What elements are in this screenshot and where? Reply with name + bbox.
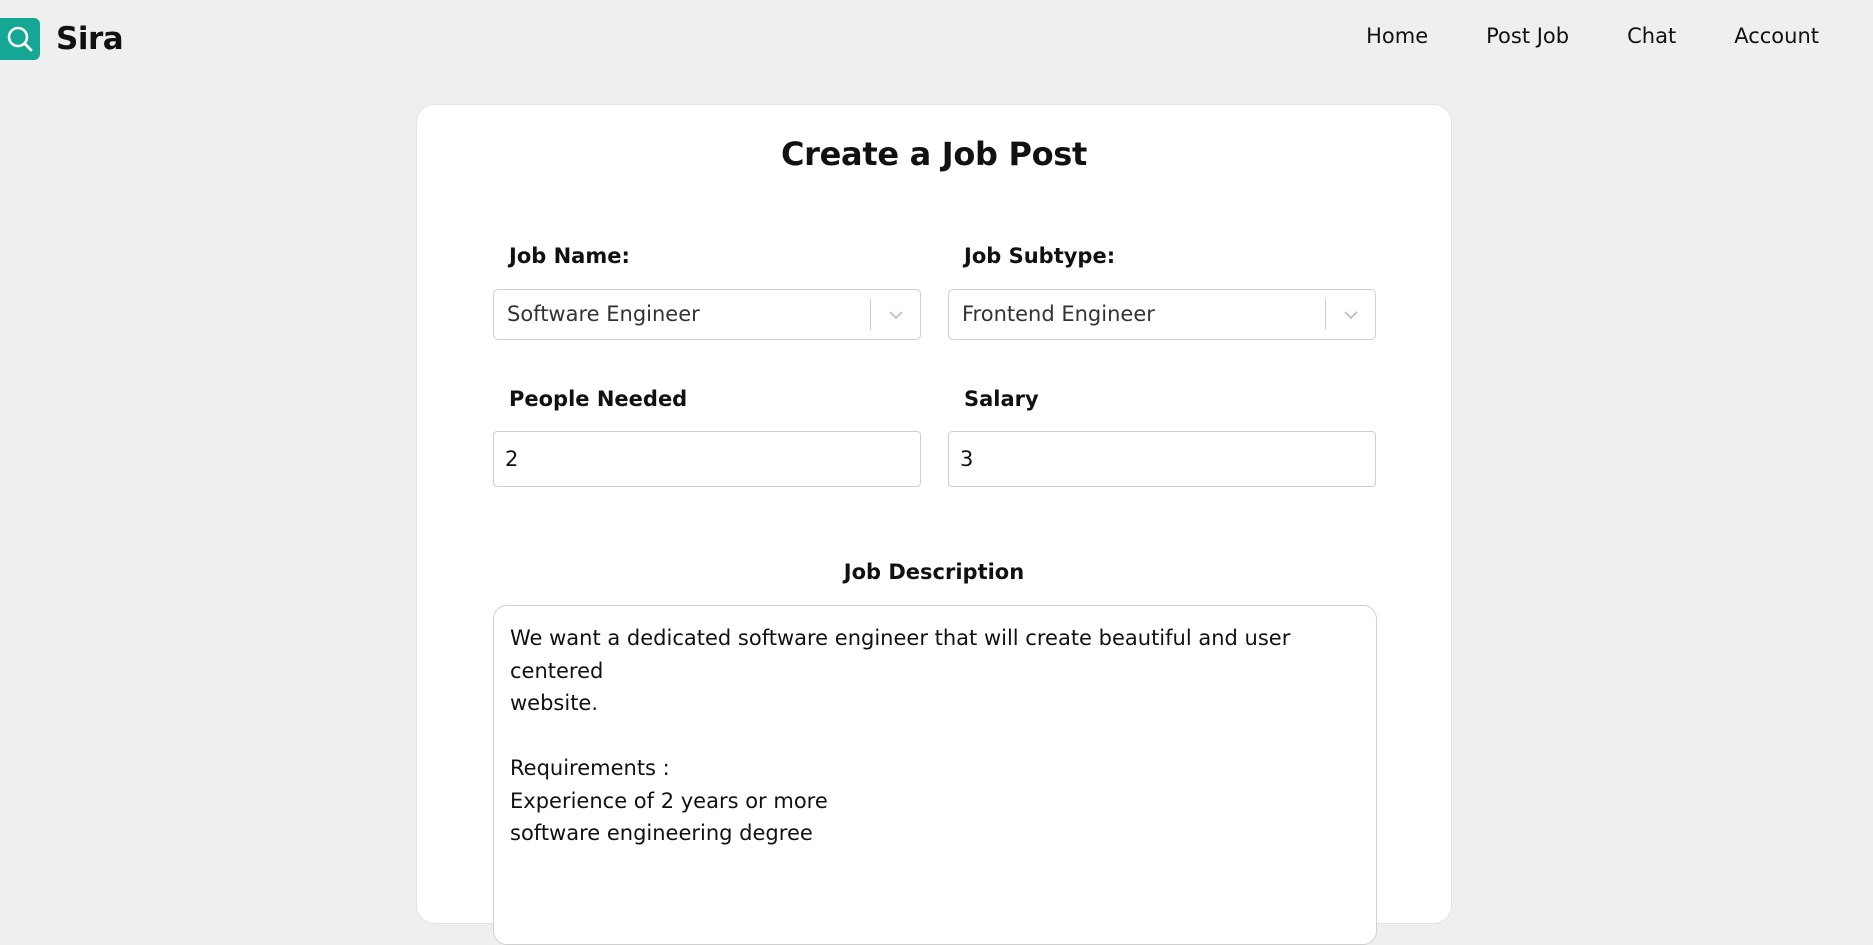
page-title: Create a Job Post — [780, 135, 1088, 173]
job-name-select[interactable]: Software Engineer — [493, 289, 921, 340]
job-description-textarea[interactable]: We want a dedicated software engineer th… — [493, 605, 1377, 945]
description-line: Experience of 2 years or more — [510, 788, 828, 813]
chevron-down-icon[interactable] — [1340, 304, 1362, 326]
people-needed-input[interactable]: 2 — [493, 431, 921, 487]
job-subtype-label: Job Subtype: — [964, 244, 1116, 268]
search-icon — [0, 18, 40, 60]
nav-link-post-job[interactable]: Post Job — [1486, 24, 1569, 48]
nav-link-chat[interactable]: Chat — [1627, 24, 1676, 48]
description-line: website. — [510, 691, 599, 715]
people-needed-value: 2 — [505, 447, 519, 471]
salary-label: Salary — [964, 387, 1039, 411]
description-line — [510, 720, 1360, 753]
job-name-value: Software Engineer — [507, 302, 700, 326]
select-separator — [1325, 299, 1326, 330]
job-subtype-value: Frontend Engineer — [962, 302, 1155, 326]
nav-link-account[interactable]: Account — [1734, 24, 1819, 48]
navbar: Sira Home Post Job Chat Account — [0, 0, 1873, 82]
job-post-form: Create a Job Post Job Name: Software Eng… — [416, 104, 1452, 945]
job-subtype-select[interactable]: Frontend Engineer — [948, 289, 1376, 340]
select-separator — [870, 299, 871, 330]
brand-name: Sira — [56, 21, 124, 57]
description-line: Requirements : — [510, 756, 670, 780]
nav-links: Home Post Job Chat Account — [1308, 24, 1819, 48]
job-name-label: Job Name: — [509, 244, 630, 268]
description-line: We want a dedicated software engineer th… — [510, 626, 1291, 683]
brand[interactable]: Sira — [0, 18, 124, 60]
salary-input[interactable]: 3 — [948, 431, 1376, 487]
chevron-down-icon[interactable] — [885, 304, 907, 326]
nav-link-home[interactable]: Home — [1366, 24, 1428, 48]
people-needed-label: People Needed — [509, 387, 688, 411]
job-description-label: Job Description — [843, 560, 1025, 584]
description-line: software engineering degree — [510, 821, 813, 845]
salary-value: 3 — [960, 447, 974, 471]
